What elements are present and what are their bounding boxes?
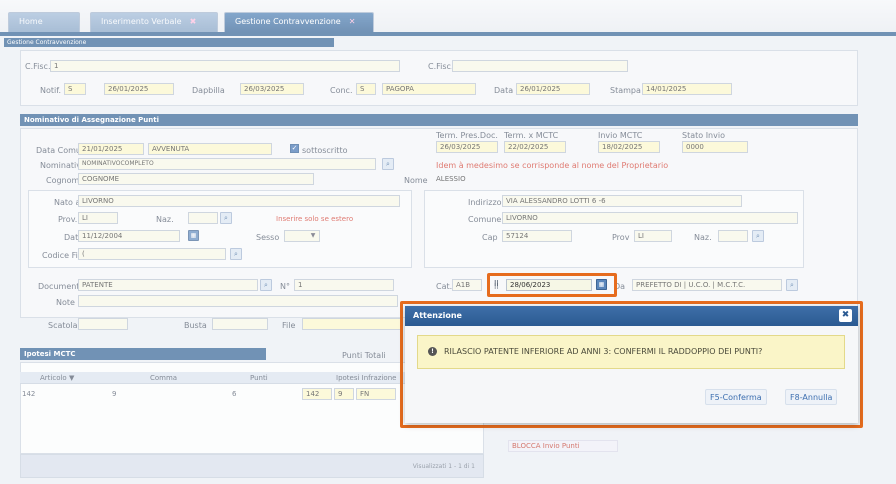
close-icon[interactable]: ✖ <box>839 309 852 322</box>
dialog-title-text: Attenzione <box>413 311 462 320</box>
cancel-button[interactable]: F8-Annulla <box>785 389 838 405</box>
warning-icon: ! <box>428 347 437 356</box>
confirm-dialog: Attenzione ✖ ! RILASCIO PATENTE INFERIOR… <box>405 306 858 423</box>
dialog-message: RILASCIO PATENTE INFERIORE AD ANNI 3: CO… <box>444 347 763 356</box>
il-label-highlight: Il <box>494 279 499 288</box>
confirm-button[interactable]: F5-Conferma <box>705 389 767 405</box>
dialog-message-box: ! RILASCIO PATENTE INFERIORE AD ANNI 3: … <box>417 335 845 369</box>
il-date-field-highlight[interactable]: 28/06/2023 <box>506 279 592 291</box>
dialog-title: Attenzione <box>405 306 858 326</box>
calendar-icon[interactable]: ▦ <box>596 279 607 290</box>
